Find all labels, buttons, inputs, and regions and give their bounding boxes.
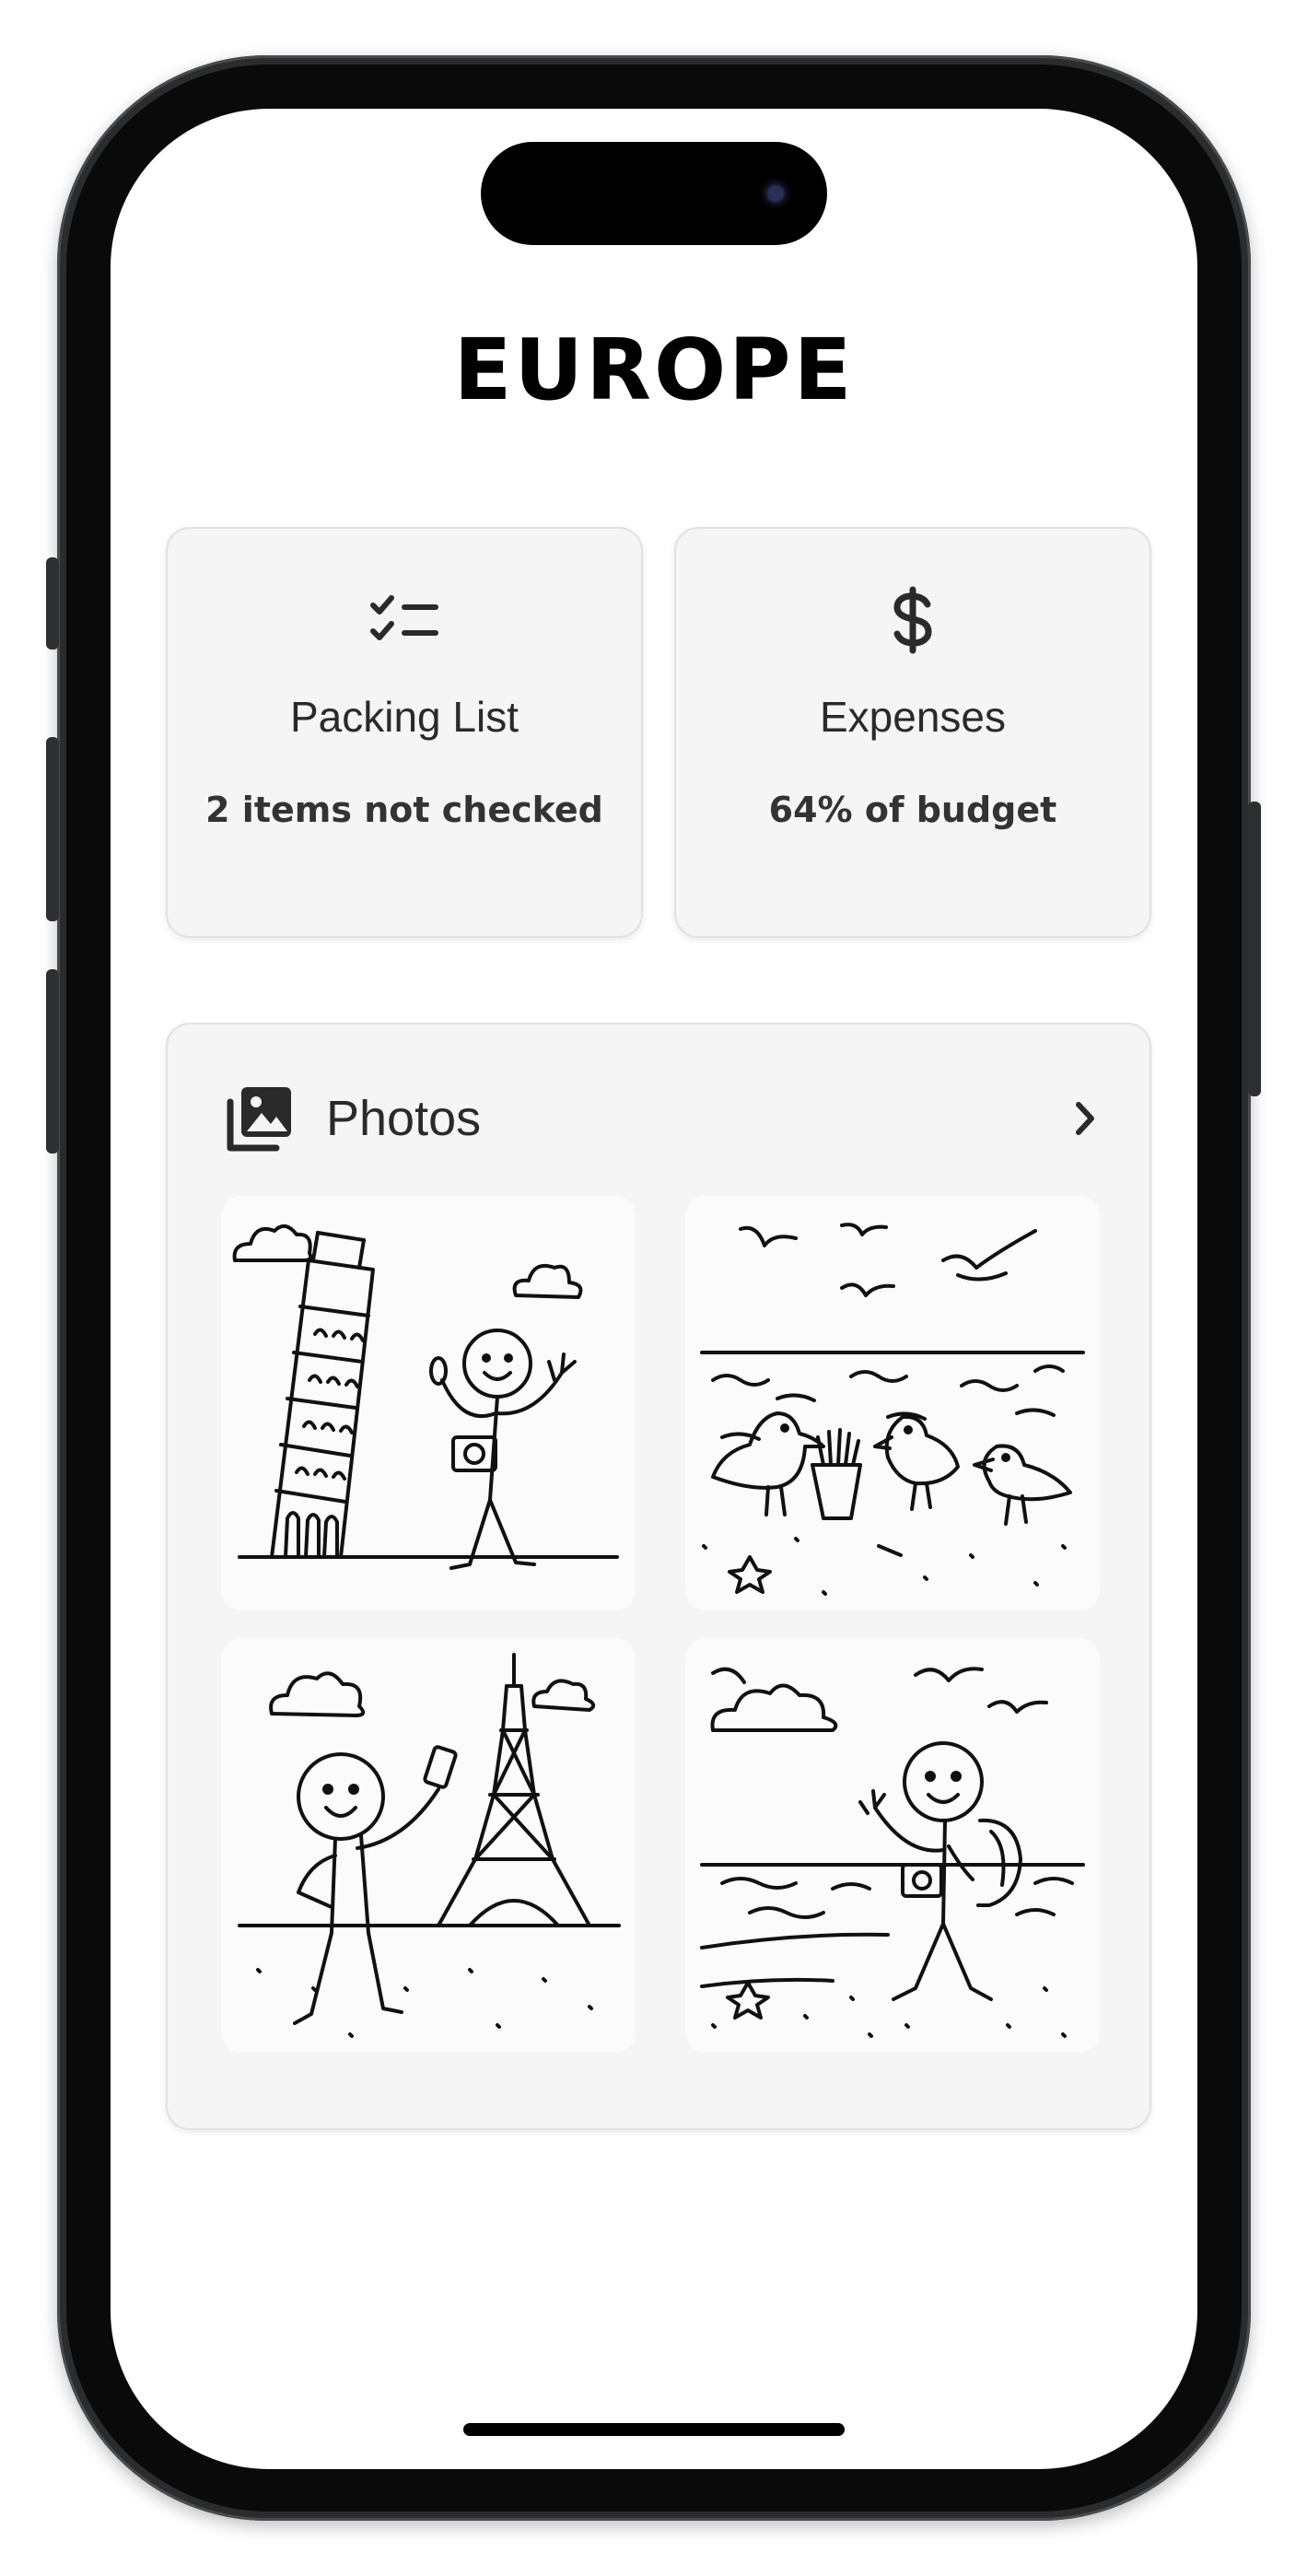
photos-card[interactable]: Photos [166,1023,1151,2130]
photos-header[interactable]: Photos [225,1082,1103,1155]
photo-stack-icon [225,1083,295,1153]
volume-down-button [46,969,59,1153]
volume-up-button [46,737,59,921]
seagulls-beach-illustration [700,1223,1085,1596]
home-indicator[interactable] [463,2423,845,2436]
screen: EUROPE Packing List 2 items not checked … [111,109,1197,2469]
eiffel-tower-illustration [238,1653,621,2038]
photo-thumbnail[interactable] [221,1638,636,2053]
expenses-tile[interactable]: Expenses 64% of budget [674,527,1151,938]
packing-list-title: Packing List [289,693,519,741]
leaning-tower-illustration [232,1224,619,1570]
expenses-title: Expenses [819,693,1006,741]
checklist-icon [168,586,641,654]
photos-title: Photos [326,1091,482,1146]
photo-thumbnail[interactable] [221,1196,636,1610]
photo-thumbnail[interactable] [685,1196,1100,1610]
packing-list-status: 2 items not checked [205,790,603,830]
expenses-budget-status: 64% of budget [768,790,1057,830]
photo-thumbnail[interactable] [685,1638,1100,2053]
power-button [1248,802,1261,1096]
page-title: EUROPE [453,321,855,419]
dollar-sign-icon [676,586,1149,654]
packing-list-tile[interactable]: Packing List 2 items not checked [166,527,643,938]
chevron-right-icon[interactable] [1067,1093,1103,1144]
beach-backpacker-illustration [700,1667,1085,2038]
front-camera [759,177,792,210]
dynamic-island [481,142,827,245]
action-button [46,557,59,650]
